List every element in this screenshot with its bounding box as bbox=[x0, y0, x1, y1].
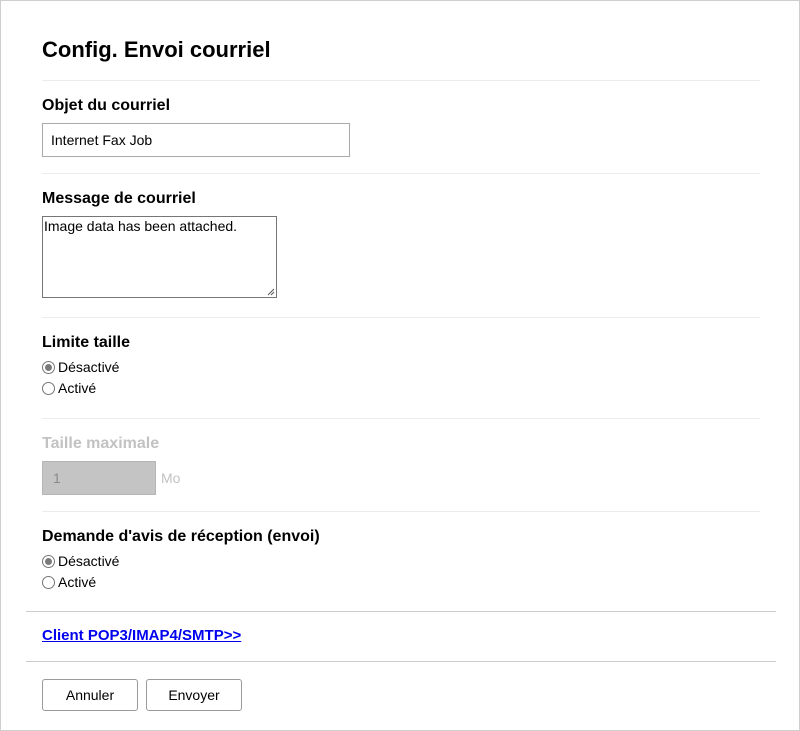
size-limit-option-label: Activé bbox=[58, 380, 97, 396]
radio-unchecked-icon[interactable] bbox=[42, 575, 55, 589]
message-text: Image data has been attached. bbox=[44, 218, 238, 234]
size-limit-option-off[interactable]: Désactivé bbox=[42, 358, 119, 376]
subject-input[interactable]: Internet Fax Job bbox=[42, 123, 350, 157]
max-size-label: Taille maximale bbox=[42, 435, 160, 452]
read-receipt-option-off[interactable]: Désactivé bbox=[42, 552, 119, 570]
divider bbox=[26, 611, 776, 612]
max-size-unit: Mo bbox=[161, 470, 181, 486]
divider bbox=[42, 317, 760, 318]
max-size-input: 1 bbox=[42, 461, 156, 495]
divider bbox=[42, 80, 760, 81]
message-label: Message de courriel bbox=[42, 190, 196, 207]
divider bbox=[26, 661, 776, 662]
read-receipt-option-label: Activé bbox=[58, 574, 97, 590]
divider bbox=[42, 173, 760, 174]
client-settings-link[interactable]: Client POP3/IMAP4/SMTP>> bbox=[42, 627, 241, 644]
radio-checked-icon[interactable] bbox=[42, 554, 55, 568]
cancel-button[interactable]: Annuler bbox=[42, 679, 138, 711]
radio-checked-icon[interactable] bbox=[42, 360, 55, 374]
subject-label: Objet du courriel bbox=[42, 97, 171, 114]
page-title: Config. Envoi courriel bbox=[42, 37, 271, 62]
divider bbox=[42, 511, 760, 512]
submit-button[interactable]: Envoyer bbox=[146, 679, 242, 711]
read-receipt-label: Demande d'avis de réception (envoi) bbox=[42, 528, 320, 545]
size-limit-label: Limite taille bbox=[42, 334, 131, 351]
read-receipt-option-label: Désactivé bbox=[58, 553, 120, 569]
size-limit-option-label: Désactivé bbox=[58, 359, 120, 375]
radio-unchecked-icon[interactable] bbox=[42, 381, 55, 395]
settings-panel: Config. Envoi courriel Objet du courriel… bbox=[0, 0, 800, 731]
divider bbox=[42, 418, 760, 419]
read-receipt-option-on[interactable]: Activé bbox=[42, 573, 96, 591]
size-limit-option-on[interactable]: Activé bbox=[42, 379, 96, 397]
message-textarea[interactable]: Image data has been attached. bbox=[42, 216, 277, 298]
resize-grip-icon[interactable] bbox=[267, 288, 275, 296]
